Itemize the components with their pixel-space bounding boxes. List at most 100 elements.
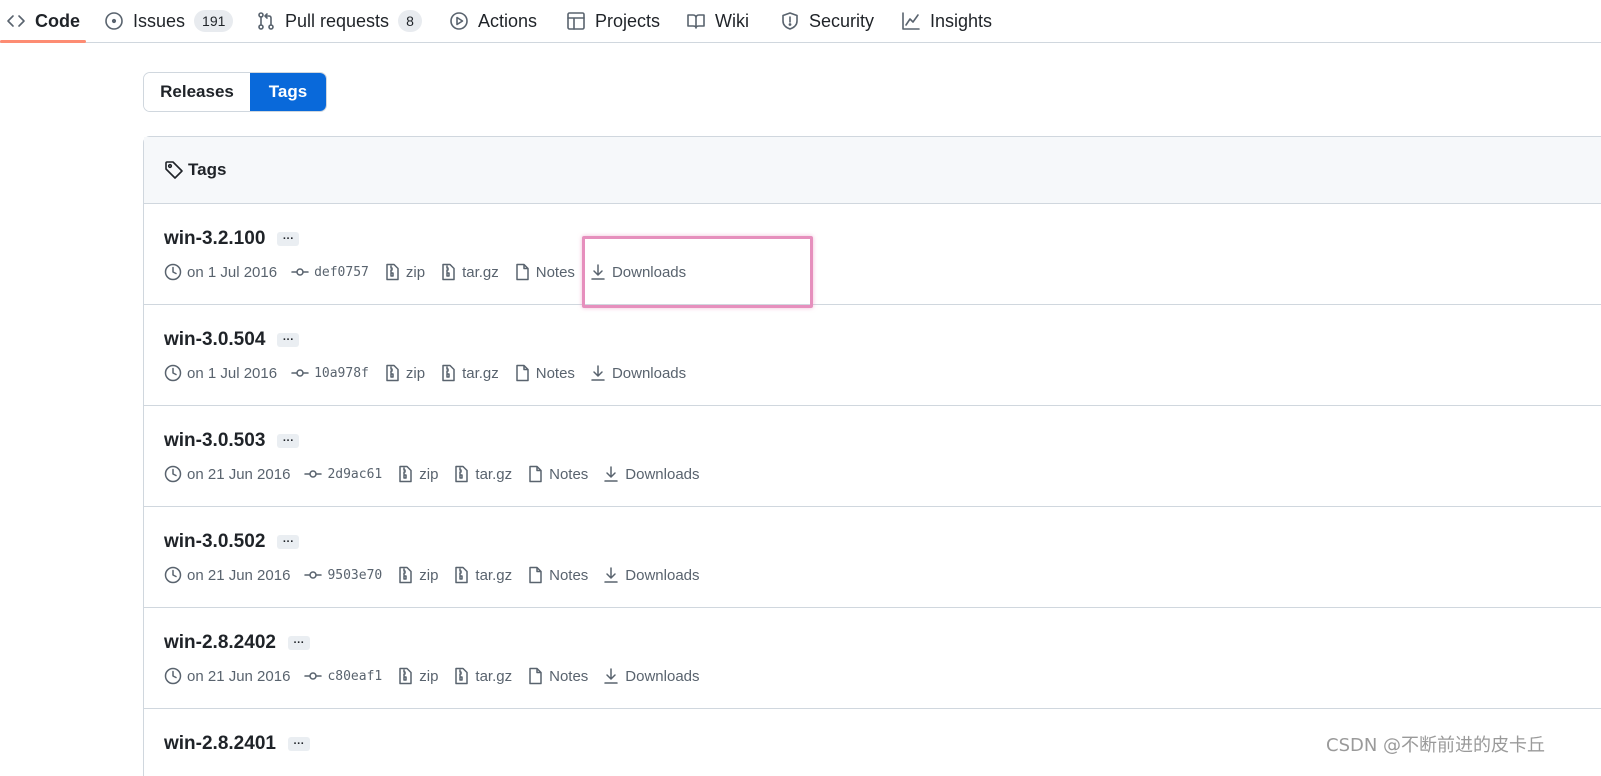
tag-row: win-2.8.2402 ··· on 21 Jun 2016 c80eaf1 …	[144, 608, 1601, 709]
graph-icon	[902, 12, 920, 30]
expand-ellipsis-button[interactable]: ···	[277, 232, 300, 246]
git-commit-icon	[304, 672, 323, 680]
file-zip-icon	[386, 364, 399, 382]
git-commit-icon	[304, 571, 323, 579]
notes-link[interactable]: Notes	[513, 263, 575, 281]
tab-pull-requests-label: Pull requests	[285, 10, 390, 31]
expand-ellipsis-button[interactable]: ···	[277, 333, 300, 347]
file-zip-icon	[455, 465, 469, 483]
commit-link[interactable]: 2d9ac61	[304, 465, 382, 483]
downloads-link[interactable]: Downloads	[589, 364, 686, 382]
download-icon	[604, 466, 619, 482]
targz-download-link[interactable]: tar.gz	[452, 667, 512, 685]
tag-date: on 21 Jun 2016	[164, 566, 290, 584]
tag-date: on 1 Jul 2016	[164, 263, 277, 281]
file-zip-icon	[455, 566, 469, 584]
download-icon	[604, 567, 619, 583]
notes-link[interactable]: Notes	[526, 667, 588, 685]
download-icon	[591, 365, 605, 381]
tag-name-link[interactable]: win-3.2.100	[164, 228, 265, 250]
clock-icon	[164, 364, 182, 382]
downloads-link[interactable]: Downloads	[602, 465, 700, 483]
tag-name-link[interactable]: win-2.8.2401	[164, 733, 276, 755]
play-icon	[450, 12, 468, 30]
tag-name-link[interactable]: win-2.8.2402	[164, 632, 276, 654]
git-commit-icon	[291, 268, 309, 276]
file-zip-icon	[399, 566, 412, 584]
tab-insights[interactable]: Insights	[901, 0, 992, 42]
tab-actions[interactable]: Actions	[449, 0, 537, 42]
issue-opened-icon	[105, 12, 123, 30]
tag-name-link[interactable]: win-3.0.503	[164, 430, 265, 452]
expand-ellipsis-button[interactable]: ···	[277, 434, 300, 448]
downloads-link[interactable]: Downloads	[602, 566, 700, 584]
downloads-link[interactable]: Downloads	[589, 263, 686, 281]
file-icon	[516, 263, 529, 281]
tag-icon	[165, 161, 183, 179]
notes-link[interactable]: Notes	[526, 566, 588, 584]
repo-nav: Code Issues 191 Pull requests 8 Actions …	[0, 0, 1601, 43]
zip-download-link[interactable]: zip	[396, 465, 438, 483]
tag-date: on 1 Jul 2016	[164, 364, 277, 382]
git-commit-icon	[304, 470, 323, 478]
tab-code[interactable]: Code	[6, 0, 80, 42]
tag-row: win-3.2.100 ··· on 1 Jul 2016 def0757 zi…	[144, 204, 1601, 305]
zip-download-link[interactable]: zip	[383, 263, 425, 281]
releases-tags-toggle: Releases Tags	[143, 72, 327, 112]
tab-wiki[interactable]: Wiki	[686, 0, 749, 42]
git-pull-request-icon	[258, 12, 274, 30]
git-commit-icon	[291, 369, 309, 377]
tags-box: Tags win-3.2.100 ··· on 1 Jul 2016 def07…	[143, 136, 1601, 776]
clock-icon	[164, 465, 182, 483]
tab-security[interactable]: Security	[780, 0, 874, 42]
tab-issues-label: Issues	[133, 10, 186, 31]
tab-insights-label: Insights	[930, 10, 993, 31]
file-icon	[529, 465, 542, 483]
targz-download-link[interactable]: tar.gz	[439, 364, 499, 382]
commit-link[interactable]: 9503e70	[304, 566, 382, 584]
notes-link[interactable]: Notes	[513, 364, 575, 382]
file-zip-icon	[399, 465, 412, 483]
tag-name-link[interactable]: win-3.0.502	[164, 531, 265, 553]
commit-link[interactable]: 10a978f	[291, 364, 369, 382]
expand-ellipsis-button[interactable]: ···	[287, 737, 310, 751]
tab-projects-label: Projects	[595, 10, 661, 31]
releases-button[interactable]: Releases	[144, 73, 250, 111]
zip-download-link[interactable]: zip	[383, 364, 425, 382]
tags-button[interactable]: Tags	[250, 73, 326, 111]
zip-download-link[interactable]: zip	[396, 566, 438, 584]
tag-row: win-3.0.502 ··· on 21 Jun 2016 9503e70 z…	[144, 507, 1601, 608]
tags-box-title: Tags	[188, 160, 227, 179]
tab-wiki-label: Wiki	[715, 10, 749, 31]
commit-link[interactable]: c80eaf1	[304, 667, 382, 685]
commit-link[interactable]: def0757	[291, 263, 369, 281]
expand-ellipsis-button[interactable]: ···	[287, 636, 310, 650]
table-icon	[567, 12, 585, 30]
clock-icon	[164, 566, 182, 584]
clock-icon	[164, 263, 182, 281]
download-icon	[591, 264, 605, 280]
tab-issues[interactable]: Issues 191	[104, 0, 234, 42]
downloads-link[interactable]: Downloads	[602, 667, 700, 685]
targz-download-link[interactable]: tar.gz	[452, 566, 512, 584]
file-icon	[516, 364, 529, 382]
file-zip-icon	[386, 263, 399, 281]
targz-download-link[interactable]: tar.gz	[439, 263, 499, 281]
tab-pull-requests[interactable]: Pull requests 8	[256, 0, 422, 42]
selected-tab-underline	[0, 40, 86, 43]
file-zip-icon	[442, 263, 455, 281]
file-zip-icon	[455, 667, 469, 685]
pull-requests-counter: 8	[398, 10, 422, 32]
file-zip-icon	[442, 364, 455, 382]
tab-code-label: Code	[35, 10, 80, 31]
watermark: CSDN @不断前进的皮卡丘	[1326, 735, 1546, 756]
notes-link[interactable]: Notes	[526, 465, 588, 483]
file-zip-icon	[399, 667, 412, 685]
tab-projects[interactable]: Projects	[566, 0, 660, 42]
issues-counter: 191	[194, 10, 234, 32]
shield-icon	[782, 12, 798, 30]
zip-download-link[interactable]: zip	[396, 667, 438, 685]
expand-ellipsis-button[interactable]: ···	[277, 535, 300, 549]
tag-name-link[interactable]: win-3.0.504	[164, 329, 265, 351]
targz-download-link[interactable]: tar.gz	[452, 465, 512, 483]
